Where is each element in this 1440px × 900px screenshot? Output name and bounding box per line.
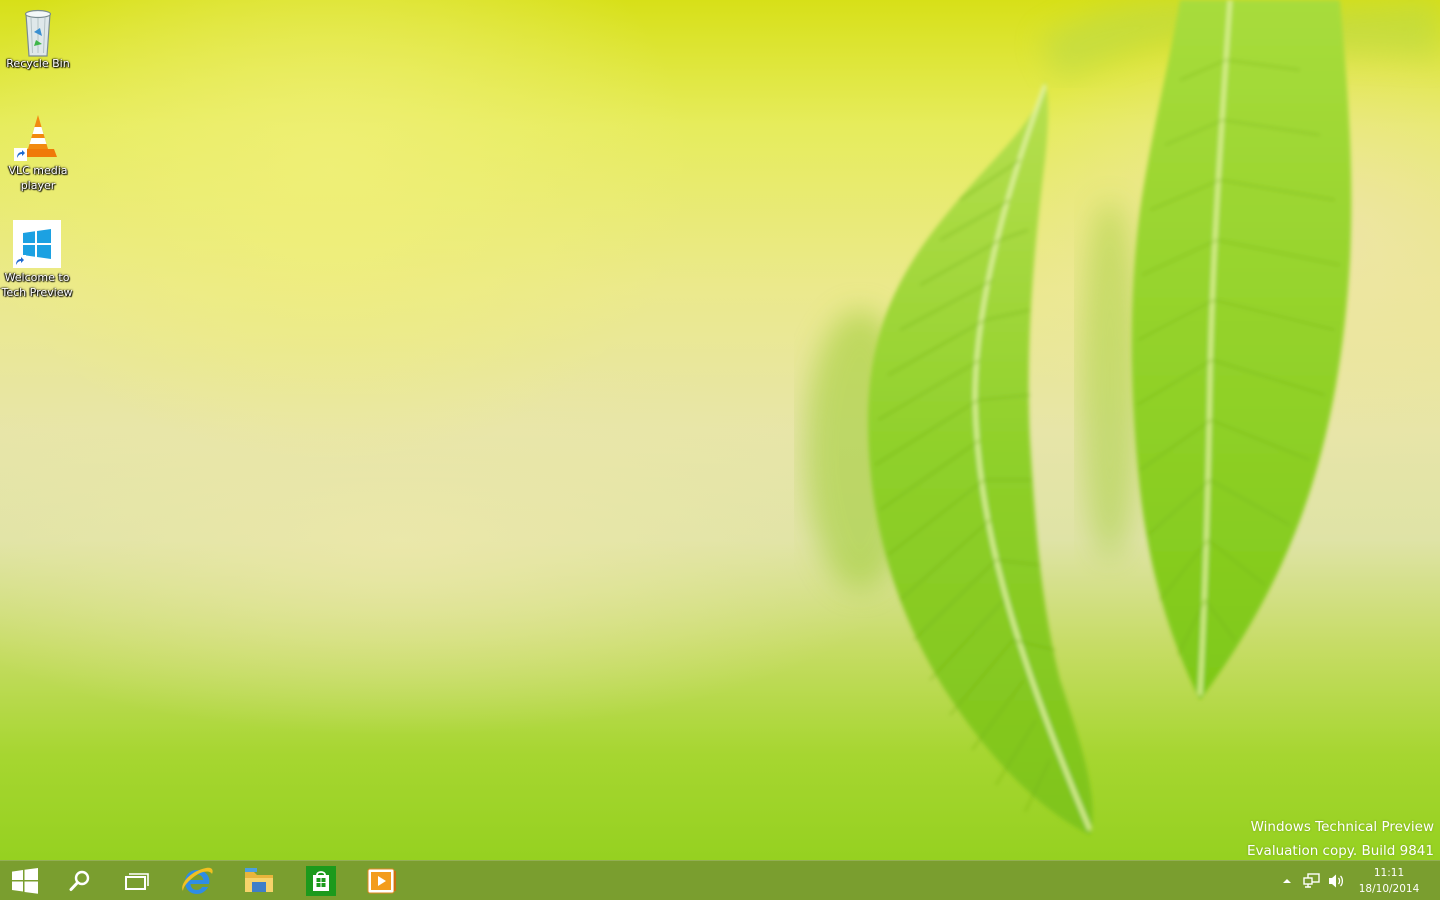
desktop-icon-welcome-tech-preview[interactable]: Welcome to Tech Preview: [0, 220, 75, 300]
windows-logo-icon: [12, 868, 38, 894]
desktop-icon-label: VLC media player: [8, 164, 68, 192]
store-icon: [306, 866, 336, 896]
internet-explorer-button[interactable]: [174, 861, 220, 900]
internet-explorer-icon: [182, 867, 213, 894]
network-icon[interactable]: [1302, 873, 1322, 889]
system-tray: 11:11 18/10/2014: [1260, 861, 1440, 900]
desktop-icon-label: Recycle Bin: [6, 57, 70, 70]
clock-time: 11:11: [1373, 867, 1405, 879]
media-player-button[interactable]: [359, 861, 405, 900]
shortcut-arrow-icon: [13, 255, 26, 268]
search-icon: [69, 870, 90, 891]
watermark-line-1: Windows Technical Preview: [1250, 819, 1434, 835]
clock-date: 18/10/2014: [1358, 883, 1420, 895]
shortcut-arrow-icon: [14, 148, 27, 161]
desktop[interactable]: Recycle Bin VLC media player Welcome to …: [0, 0, 1440, 900]
task-view-button[interactable]: [114, 861, 160, 900]
vlc-icon: [14, 113, 62, 161]
task-view-icon: [125, 873, 149, 890]
windows-logo-icon: [13, 220, 61, 268]
desktop-icon-vlc[interactable]: VLC media player: [0, 113, 76, 193]
volume-icon[interactable]: [1326, 873, 1346, 889]
folder-icon: [245, 868, 273, 892]
media-player-icon: [367, 868, 396, 894]
recycle-bin-icon: [14, 6, 62, 57]
desktop-icon-label: Welcome to Tech Preview: [1, 271, 73, 299]
taskbar: 11:11 18/10/2014: [0, 860, 1440, 900]
store-button[interactable]: [298, 861, 344, 900]
clock[interactable]: 11:11 18/10/2014: [1357, 865, 1421, 897]
evaluation-watermark: Windows Technical Preview Evaluation cop…: [1247, 815, 1434, 863]
search-button[interactable]: [58, 861, 102, 900]
show-hidden-icons-icon[interactable]: [1280, 873, 1294, 889]
file-explorer-button[interactable]: [236, 861, 282, 900]
desktop-icon-recycle-bin[interactable]: Recycle Bin: [0, 6, 76, 71]
wallpaper-leaves: [805, 0, 1440, 835]
start-button[interactable]: [0, 861, 50, 900]
